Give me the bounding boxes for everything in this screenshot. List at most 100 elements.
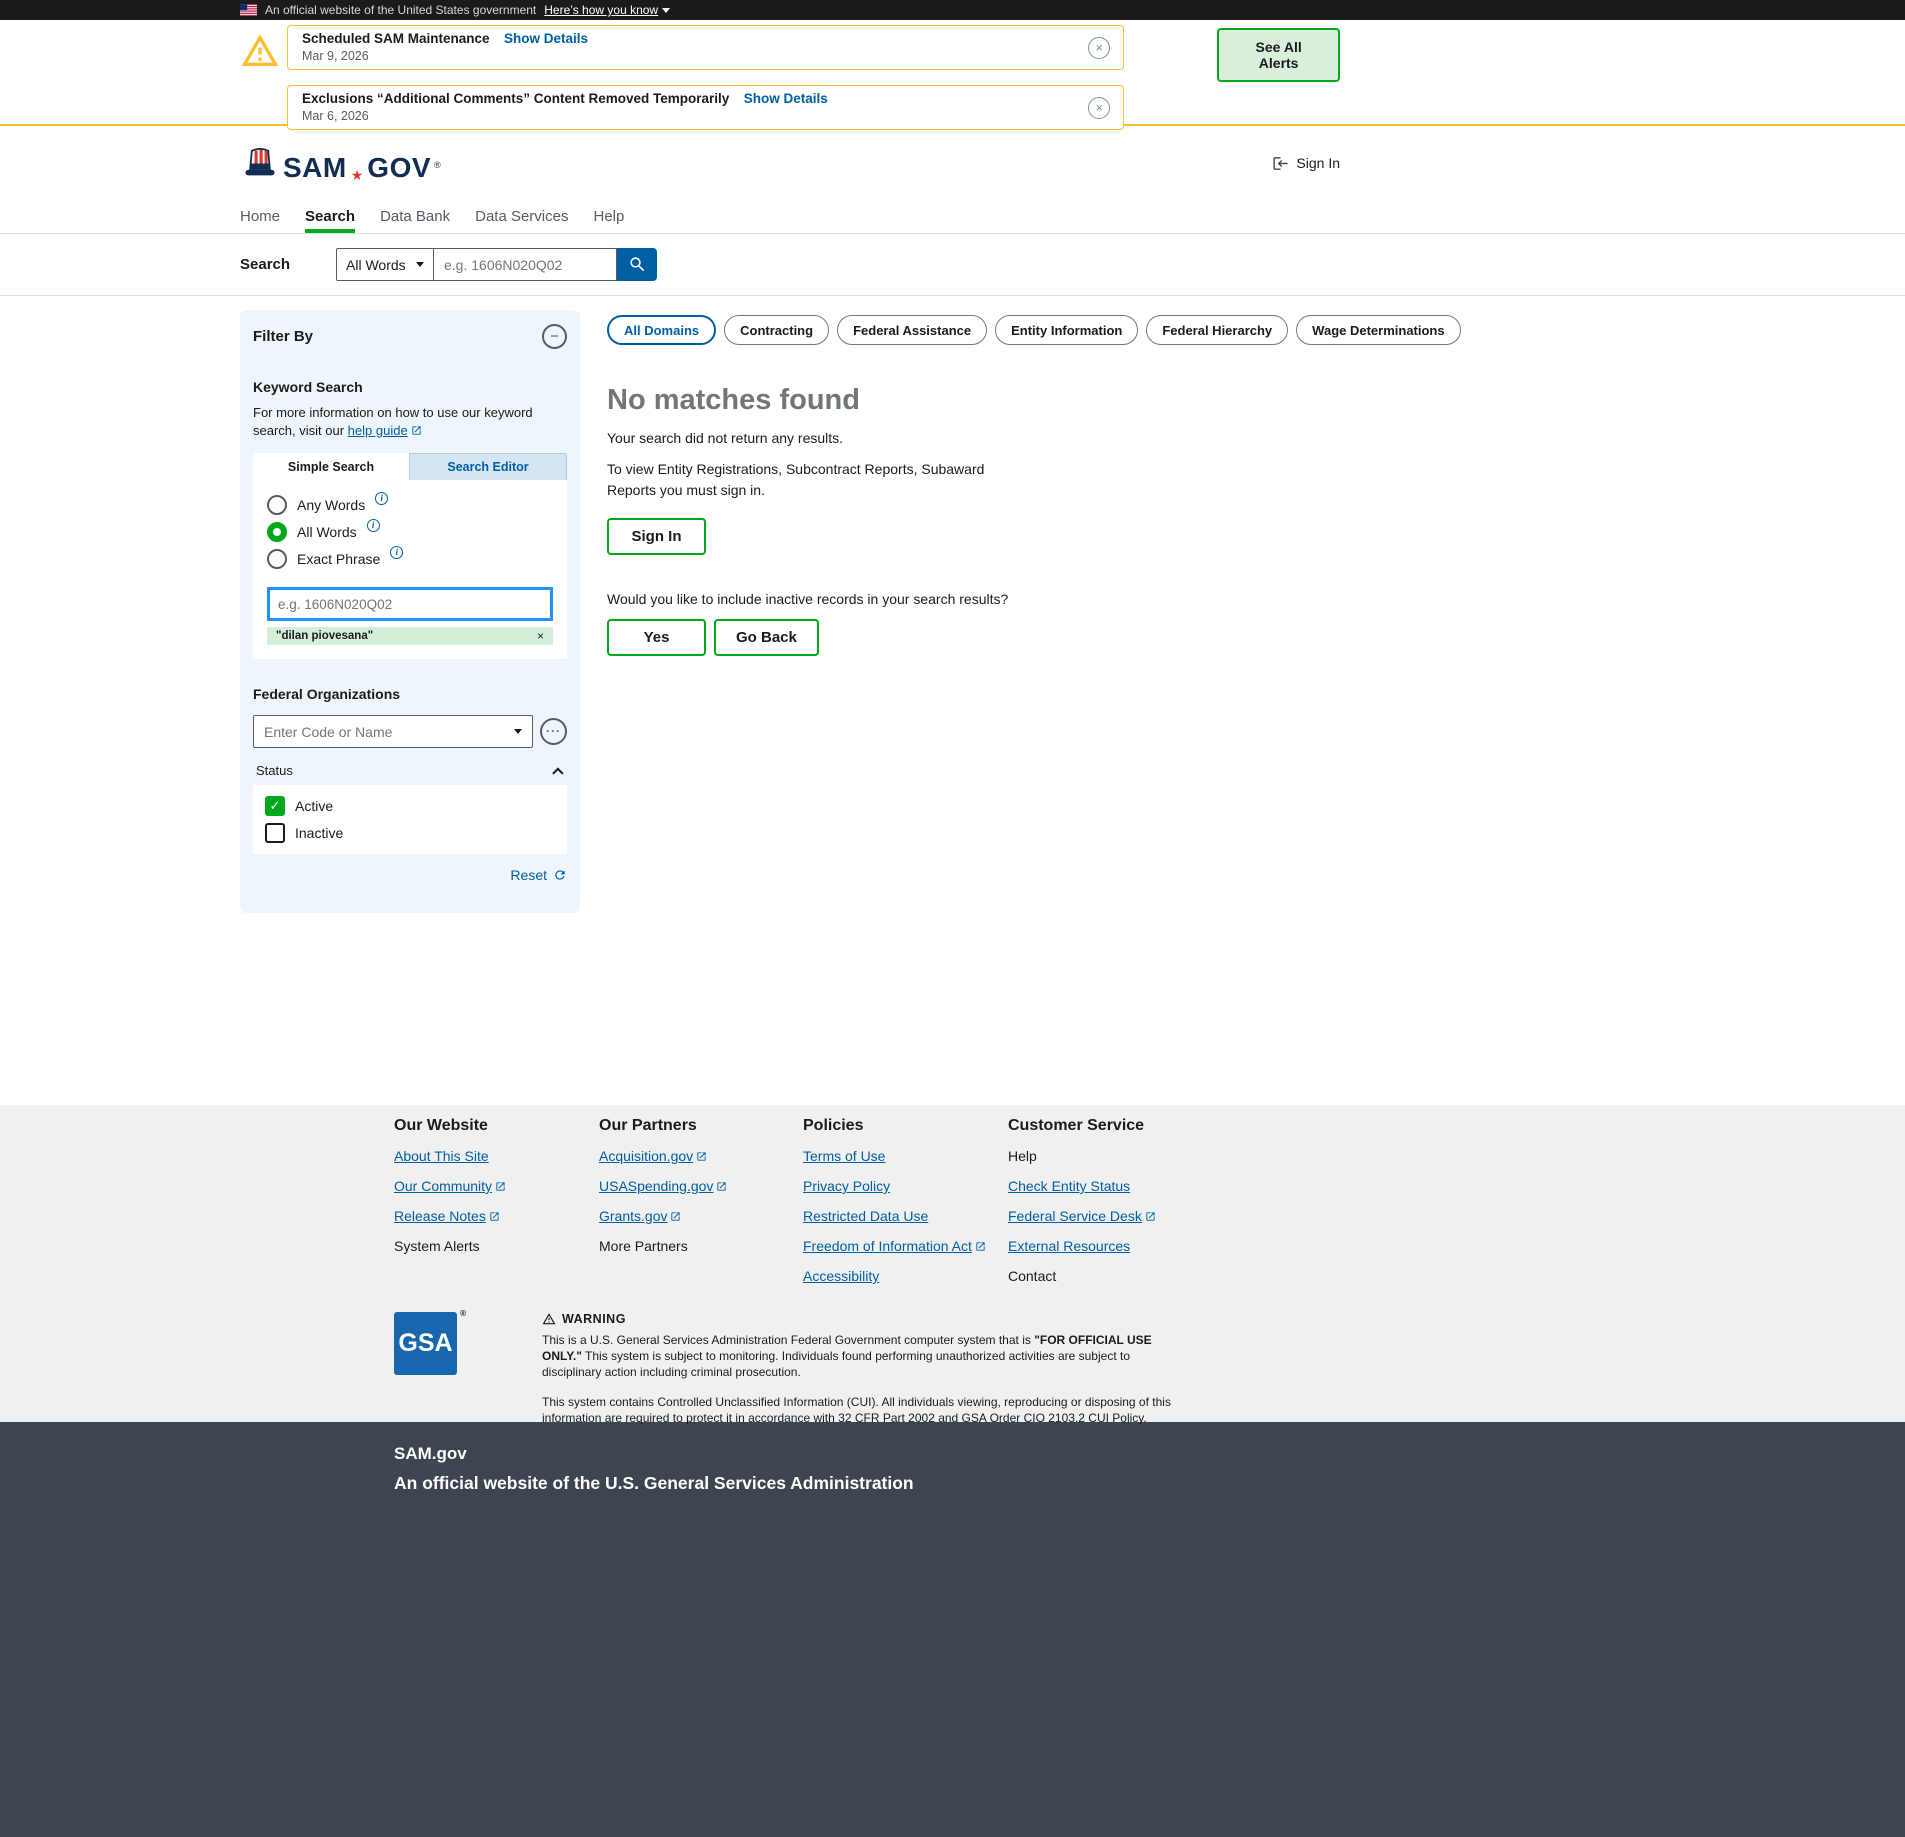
gov-banner: An official website of the United States… [0,0,1905,20]
external-link-icon [489,1211,500,1222]
alert-show-details-link[interactable]: Show Details [504,31,588,46]
checkbox-inactive[interactable] [265,823,285,843]
chevron-down-icon [416,262,424,267]
pill-contracting[interactable]: Contracting [724,315,829,345]
pill-entity-information[interactable]: Entity Information [995,315,1138,345]
pill-federal-assistance[interactable]: Federal Assistance [837,315,987,345]
checkbox-inactive-label: Inactive [295,825,343,841]
go-back-button[interactable]: Go Back [714,619,819,656]
footer-link-terms-of-use[interactable]: Terms of Use [803,1148,885,1164]
info-icon[interactable]: i [375,492,388,505]
help-guide-link[interactable]: help guide [348,423,422,438]
sign-in-icon [1272,155,1289,172]
footer-link-external-resources[interactable]: External Resources [1008,1238,1130,1254]
nav-item-data-bank[interactable]: Data Bank [380,200,450,233]
how-you-know-link[interactable]: Here’s how you know [544,3,670,17]
footer-link-accessibility[interactable]: Accessibility [803,1268,879,1284]
keyword-search-heading: Keyword Search [253,379,567,395]
footer-link-usaspending-gov[interactable]: USASpending.gov [599,1178,727,1194]
footer-link-system-alerts[interactable]: System Alerts [394,1238,480,1254]
alert-date: Mar 9, 2026 [302,49,1077,64]
footer-column-our-partners: Our Partners Acquisition.gov USASpending… [599,1117,803,1298]
footer-link-privacy-policy[interactable]: Privacy Policy [803,1178,890,1194]
footer-link-contact[interactable]: Contact [1008,1268,1056,1284]
org-more-options-button[interactable]: ··· [540,718,567,745]
keyword-input[interactable] [267,587,553,621]
identifier-footer: SAM.gov An official website of the U.S. … [0,1422,1905,1837]
tab-search-editor[interactable]: Search Editor [409,453,567,480]
radio-any-words[interactable] [267,495,287,515]
gsa-registered-mark: ® [460,1309,466,1318]
search-input[interactable] [434,248,617,281]
reset-filters[interactable]: Reset [253,867,567,883]
see-all-alerts-button[interactable]: See All Alerts [1217,28,1340,82]
site-footer: Our Website About This Site Our Communit… [0,1105,1905,1422]
info-icon[interactable]: i [367,519,380,532]
radio-exact-phrase[interactable] [267,549,287,569]
search-mode-select[interactable]: All Words [336,248,434,281]
yes-button[interactable]: Yes [607,619,706,656]
footer-link-more-partners[interactable]: More Partners [599,1238,688,1254]
federal-org-combobox[interactable]: Enter Code or Name [253,715,533,748]
close-icon[interactable]: × [1088,97,1110,119]
nav-item-help[interactable]: Help [593,200,624,233]
alert-show-details-link[interactable]: Show Details [744,91,828,106]
sign-in-button[interactable]: Sign In [607,518,706,555]
sam-tophat-icon [240,145,280,182]
search-label: Search [240,256,336,273]
nav-item-data-services[interactable]: Data Services [475,200,568,233]
pill-federal-hierarchy[interactable]: Federal Hierarchy [1146,315,1288,345]
warning-title: WARNING [562,1312,626,1326]
status-options-box: ✓ Active Inactive [253,785,567,854]
footer-link-check-entity-status[interactable]: Check Entity Status [1008,1178,1130,1194]
no-matches-title: No matches found [607,384,1665,417]
footer-link-foia[interactable]: Freedom of Information Act [803,1238,986,1254]
footer-link-acquisition-gov[interactable]: Acquisition.gov [599,1148,707,1164]
warning-triangle-icon [240,31,280,71]
footer-link-restricted-data-use[interactable]: Restricted Data Use [803,1208,928,1224]
info-icon[interactable]: i [390,546,403,559]
pill-wage-determinations[interactable]: Wage Determinations [1296,315,1460,345]
sam-gov-logo[interactable]: SAM ★ GOV ® [240,145,441,182]
alert: Exclusions “Additional Comments” Content… [287,85,1124,130]
warning-triangle-icon [542,1312,556,1326]
logo-star-icon: ★ [351,168,364,182]
nav-item-search[interactable]: Search [305,200,355,233]
sign-in-link[interactable]: Sign In [1272,155,1340,172]
collapse-filters-button[interactable]: − [542,324,567,349]
external-link-icon [975,1241,986,1252]
footer-link-about-this-site[interactable]: About This Site [394,1148,489,1164]
gov-banner-text: An official website of the United States… [265,3,536,17]
footer-link-release-notes[interactable]: Release Notes [394,1208,500,1224]
footer-link-grants-gov[interactable]: Grants.gov [599,1208,681,1224]
pill-all-domains[interactable]: All Domains [607,315,716,345]
keyword-help-text: For more information on how to use our k… [253,404,567,440]
external-link-icon [670,1211,681,1222]
alert-date: Mar 6, 2026 [302,109,1077,124]
checkbox-active[interactable]: ✓ [265,796,285,816]
external-link-icon [411,425,422,436]
close-icon[interactable]: × [1088,37,1110,59]
search-button[interactable] [617,248,657,281]
radio-exact-phrase-label: Exact Phrase [297,551,380,567]
footer-link-federal-service-desk[interactable]: Federal Service Desk [1008,1208,1156,1224]
footer-link-help[interactable]: Help [1008,1148,1037,1164]
status-section-toggle[interactable]: Status [253,763,567,778]
main-content: Filter By − Keyword Search For more info… [240,296,1665,1105]
tab-simple-search[interactable]: Simple Search [253,453,409,480]
remove-keyword-icon[interactable]: × [537,630,544,642]
warning-paragraph-2: This system contains Controlled Unclassi… [542,1395,1192,1427]
footer-column-customer-service: Customer Service Help Check Entity Statu… [1008,1117,1268,1298]
keyword-chip: "dilan piovesana" × [267,627,553,645]
chevron-up-icon [552,767,563,778]
footer-heading: Policies [803,1117,1008,1135]
footer-link-our-community[interactable]: Our Community [394,1178,506,1194]
radio-all-words[interactable] [267,522,287,542]
radio-all-words-label: All Words [297,524,357,540]
keyword-search-box: Any Words i All Words i Exact Phrase i "… [253,480,567,659]
nav-item-home[interactable]: Home [240,200,280,233]
sign-in-note: To view Entity Registrations, Subcontrac… [607,459,1007,501]
footer-column-policies: Policies Terms of Use Privacy Policy Res… [803,1117,1008,1298]
chevron-down-icon [514,729,522,734]
checkbox-active-label: Active [295,798,333,814]
